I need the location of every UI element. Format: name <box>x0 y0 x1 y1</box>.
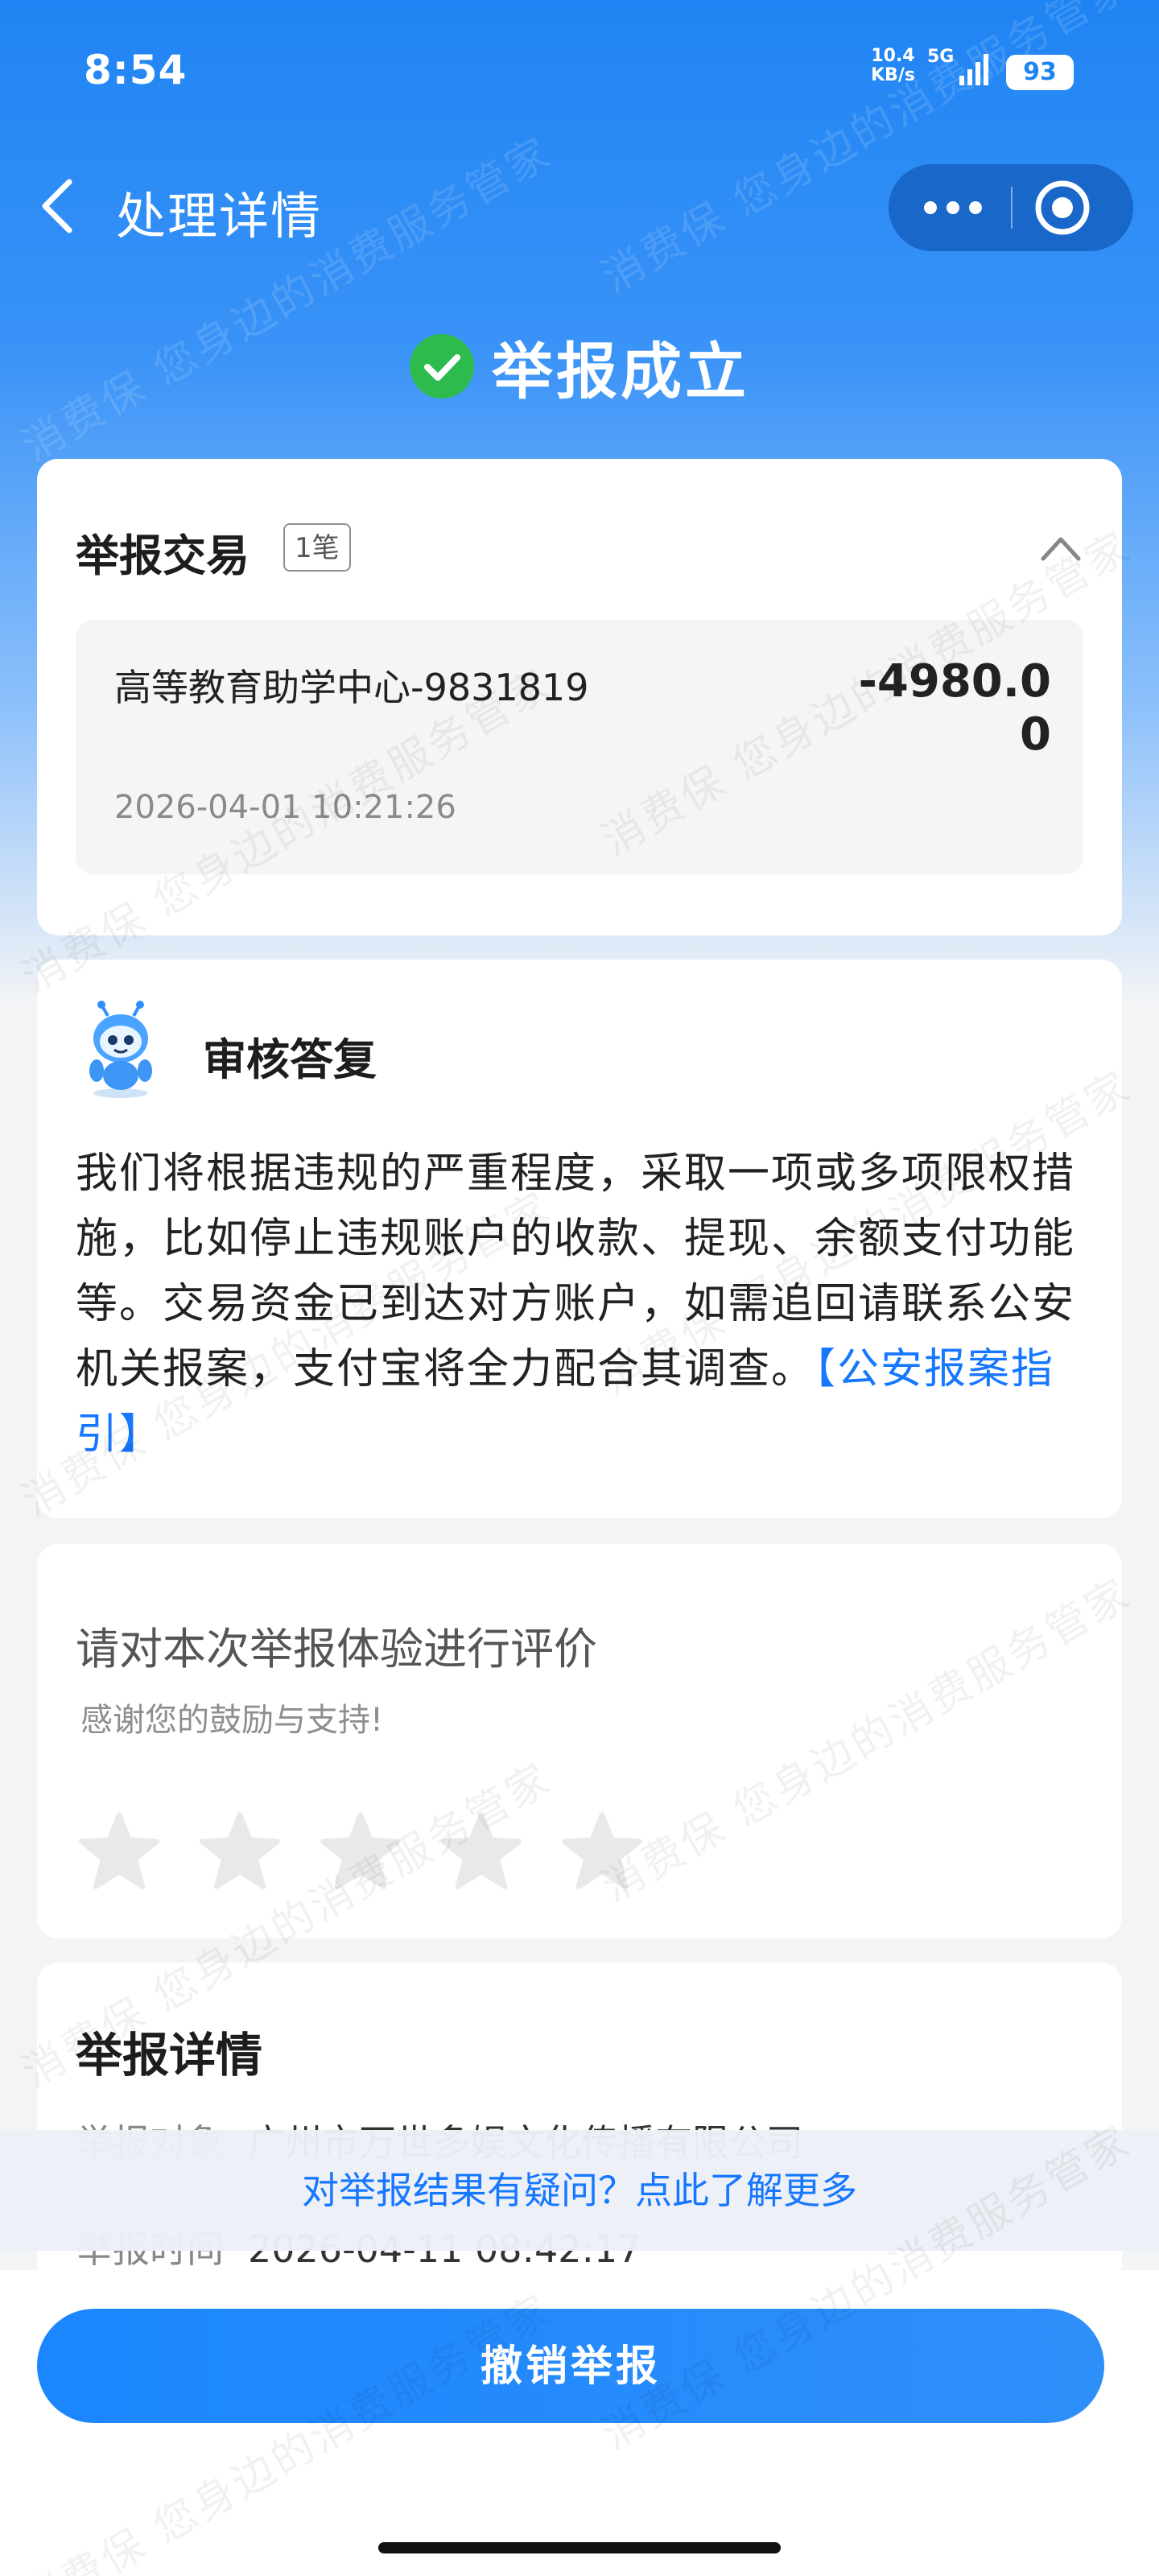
page-title: 处理详情 <box>116 187 323 246</box>
signal-icon <box>959 54 988 85</box>
chevron-up-icon[interactable] <box>1038 531 1083 564</box>
result-banner: 举报成立 <box>0 322 1159 411</box>
transaction-count-badge: 1笔 <box>283 523 351 572</box>
rating-card: 请对本次举报体验进行评价 感谢您的鼓励与支持! <box>37 1544 1122 1938</box>
star-5-icon[interactable] <box>560 1810 644 1893</box>
network-speed-value: 10.4 <box>871 46 915 66</box>
more-options-icon[interactable] <box>889 164 1011 251</box>
status-time: 8:54 <box>84 47 188 93</box>
transaction-amount: -4980.00 <box>858 655 1051 761</box>
star-4-icon[interactable] <box>439 1810 523 1893</box>
transaction-item[interactable]: 高等教育助学中心-9831819 -4980.00 2026-04-01 10:… <box>76 620 1083 874</box>
network-speed-unit: KB/s <box>871 65 915 85</box>
status-bar: 8:54 10.4 KB/s 5G 93 <box>0 0 1159 145</box>
star-3-icon[interactable] <box>319 1810 402 1893</box>
reply-body: 我们将根据违规的严重程度，采取一项或多项限权措施，比如停止违规账户的收款、提现、… <box>76 1141 1090 1468</box>
reported-transaction-card: 举报交易 1笔 高等教育助学中心-9831819 -4980.00 2026-0… <box>37 459 1122 935</box>
robot-mascot-icon <box>89 1001 152 1098</box>
close-mini-program-icon[interactable] <box>1013 164 1133 251</box>
reply-title: 审核答复 <box>203 1034 377 1085</box>
transaction-merchant: 高等教育助学中心-9831819 <box>114 666 589 709</box>
success-check-icon <box>410 334 474 398</box>
battery-icon: 93 <box>1006 55 1074 90</box>
home-indicator[interactable] <box>378 2542 781 2553</box>
transaction-section-title: 举报交易 <box>76 530 250 581</box>
network-type: 5G <box>927 47 955 67</box>
result-status: 举报成立 <box>492 336 749 407</box>
cancel-report-button[interactable]: 撤销举报 <box>37 2309 1104 2423</box>
star-1-icon[interactable] <box>77 1810 161 1893</box>
details-title: 举报详情 <box>76 2028 263 2083</box>
battery-level: 93 <box>1023 58 1057 86</box>
back-arrow-icon[interactable] <box>32 174 84 238</box>
star-2-icon[interactable] <box>198 1810 282 1893</box>
transaction-datetime: 2026-04-01 10:21:26 <box>114 789 456 826</box>
rating-title: 请对本次举报体验进行评价 <box>76 1624 597 1674</box>
review-reply-card: 审核答复 我们将根据违规的严重程度，采取一项或多项限权措施，比如停止违规账户的收… <box>37 960 1122 1518</box>
mini-program-capsule <box>889 164 1133 251</box>
network-speed: 10.4 KB/s <box>871 47 915 85</box>
result-question-link[interactable]: 对举报结果有疑问？点此了解更多 <box>0 2130 1159 2251</box>
rating-subtitle: 感谢您的鼓励与支持! <box>80 1702 384 1739</box>
